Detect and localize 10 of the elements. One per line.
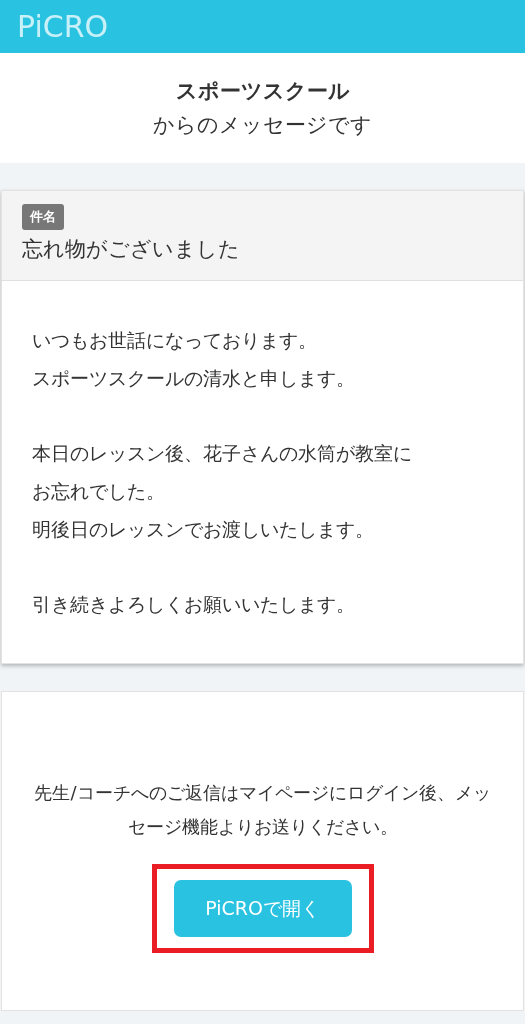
sender-caption: からのメッセージです xyxy=(153,112,372,139)
message-paragraph: いつもお世話になっております。 スポーツスクールの清水と申します。 xyxy=(32,328,356,391)
message-paragraph: 本日のレッスン後、花子さんの水筒が教室に お忘れでした。 明後日のレッスンでお渡しいたします。 xyxy=(32,441,413,542)
logo: PiCRO xyxy=(17,11,109,42)
reply-note: 先生/コーチへのご返信はマイページにログイン後、メッセージ機能よりお送りください。 xyxy=(33,781,492,839)
message-paragraph: 引き続きよろしくお願いいたします。 xyxy=(32,592,356,617)
sender-name: スポーツスクール xyxy=(175,78,350,105)
subject-title: 忘れ物がございました xyxy=(22,236,241,263)
open-picro-button[interactable]: PiCROで開く xyxy=(173,880,352,937)
subject-tag: 件名 xyxy=(22,204,64,230)
